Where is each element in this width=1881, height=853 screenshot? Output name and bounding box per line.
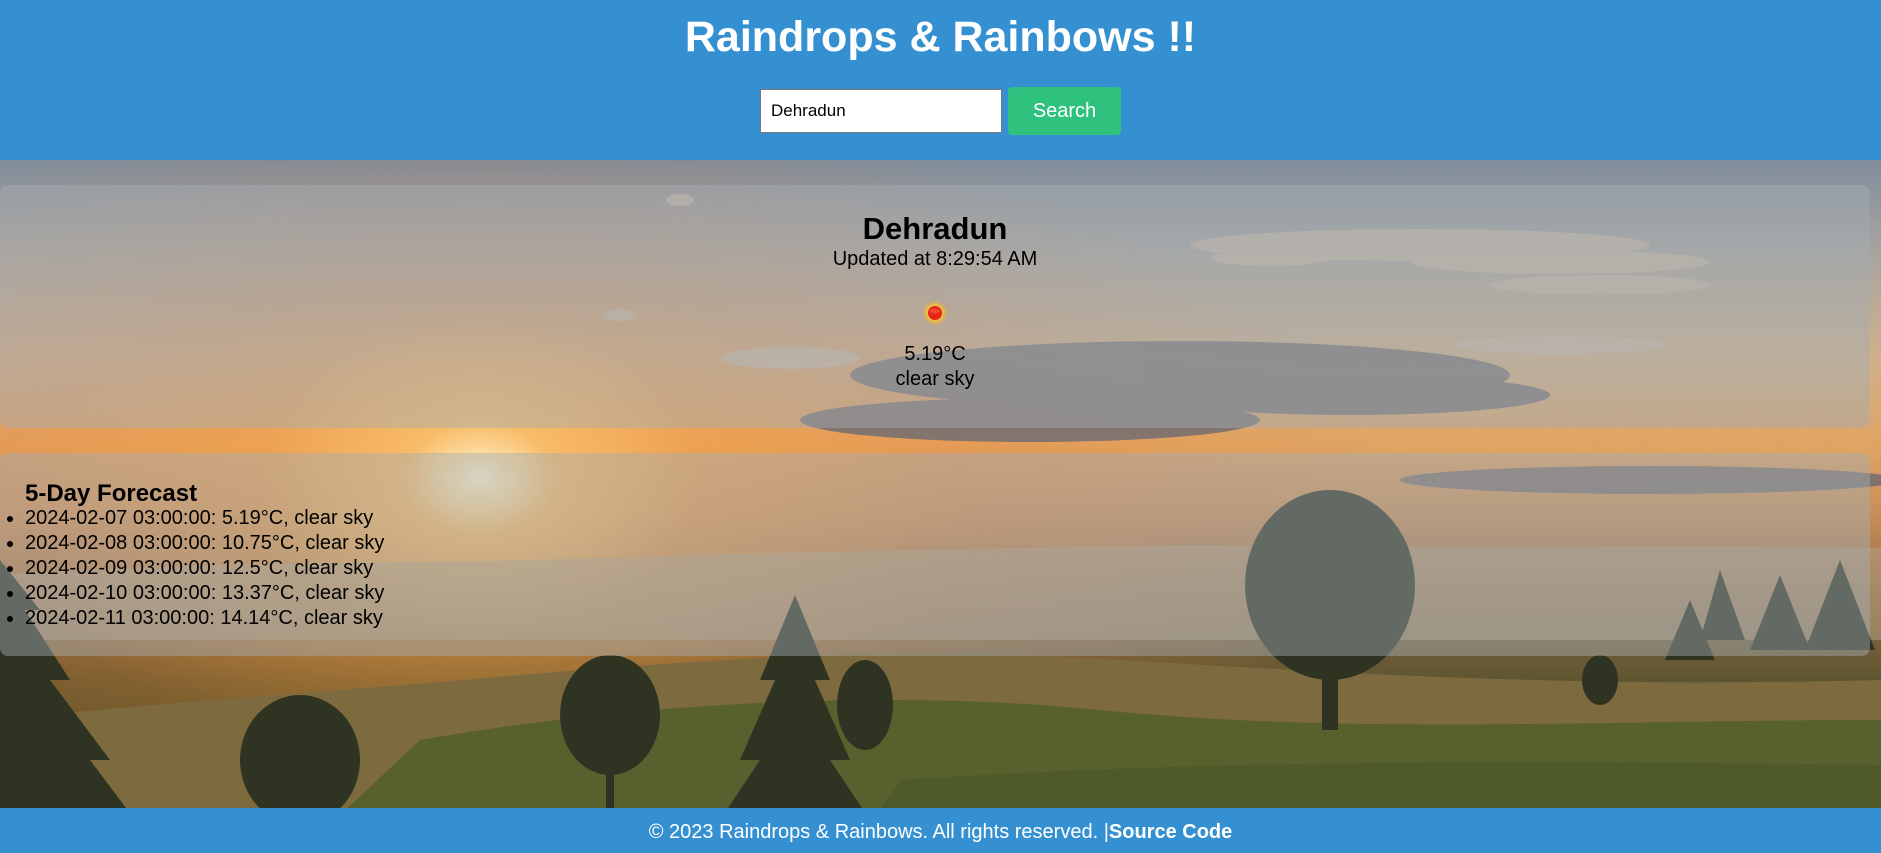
- sun-icon: [922, 300, 948, 326]
- copyright-text: © 2023 Raindrops & Rainbows. All rights …: [648, 821, 1109, 843]
- city-search-input[interactable]: [760, 89, 1002, 133]
- source-code-link[interactable]: Source Code: [1109, 821, 1232, 843]
- weather-description: clear sky: [895, 368, 975, 390]
- forecast-item: 2024-02-11 03:00:00: 14.14°C, clear sky: [25, 606, 384, 631]
- current-temperature: 5.19°C: [904, 343, 966, 365]
- search-bar: Search: [0, 87, 1881, 135]
- forecast-item: 2024-02-08 03:00:00: 10.75°C, clear sky: [25, 531, 384, 556]
- forecast-item: 2024-02-09 03:00:00: 12.5°C, clear sky: [25, 556, 384, 581]
- forecast-list: 2024-02-07 03:00:00: 5.19°C, clear sky 2…: [0, 506, 384, 631]
- search-button[interactable]: Search: [1008, 87, 1121, 135]
- updated-time: Updated at 8:29:54 AM: [832, 248, 1038, 270]
- site-footer: © 2023 Raindrops & Rainbows. All rights …: [0, 808, 1881, 853]
- forecast-card: 5-Day Forecast 2024-02-07 03:00:00: 5.19…: [0, 453, 1870, 656]
- city-name: Dehradun: [862, 211, 1008, 246]
- forecast-item: 2024-02-10 03:00:00: 13.37°C, clear sky: [25, 581, 384, 606]
- current-weather-card: Dehradun Updated at 8:29:54 AM 5.19°C cl…: [0, 185, 1870, 428]
- site-title: Raindrops & Rainbows !!: [684, 13, 1197, 61]
- forecast-item: 2024-02-07 03:00:00: 5.19°C, clear sky: [25, 506, 384, 531]
- forecast-title: 5-Day Forecast: [25, 480, 198, 507]
- site-header: Raindrops & Rainbows !! Search: [0, 0, 1881, 160]
